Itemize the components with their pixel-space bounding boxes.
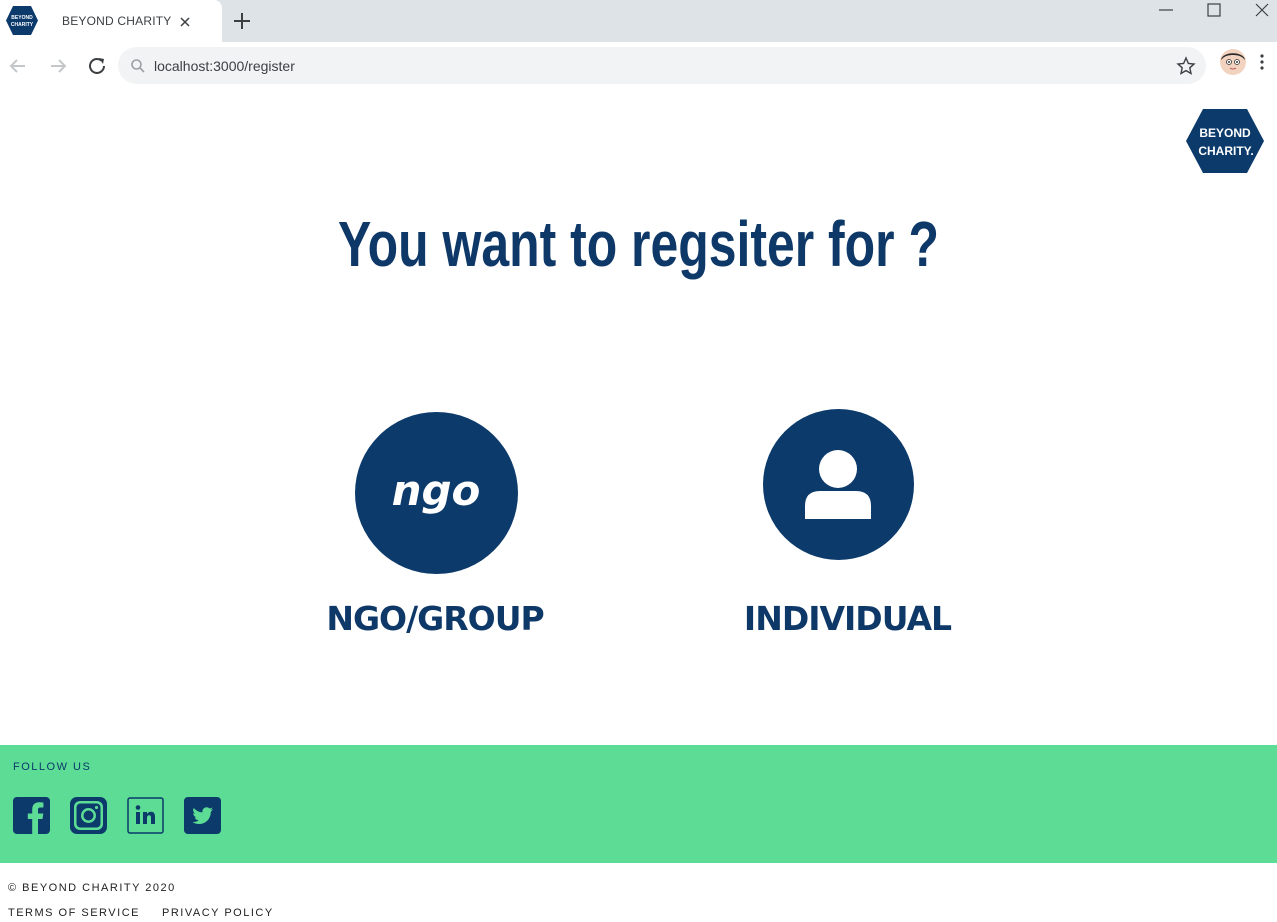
favicon-text-1: BEYOND [11,15,33,21]
ngo-group-option[interactable]: ngo NGO/GROUP [326,411,560,641]
ngo-group-label[interactable]: NGO/GROUP [320,599,550,638]
browser-tabstrip: BEYOND CHARITY BEYOND CHARITY [0,0,1277,42]
ngo-icon-text: ngo [392,466,481,515]
individual-label[interactable]: INDIVIDUAL [735,599,960,638]
follow-us-label: FOLLOW US [13,761,92,773]
forward-arrow-icon[interactable] [46,54,70,78]
browser-tab[interactable]: BEYOND CHARITY BEYOND CHARITY [0,0,222,42]
url-text: localhost:3000/register [154,58,295,74]
facebook-icon[interactable] [13,797,50,834]
page-content: BEYOND CHARITY. You want to regsiter for… [0,89,1277,922]
terms-of-service-link[interactable]: TERMS OF SERVICE [8,907,140,919]
linkedin-icon[interactable] [127,797,164,834]
back-arrow-icon[interactable] [6,54,30,78]
logo-text-1: BEYOND [1199,126,1251,140]
twitter-icon[interactable] [184,797,221,834]
browser-menu-icon[interactable] [1254,52,1270,72]
favicon-logo-icon: BEYOND CHARITY [6,6,38,35]
individual-option[interactable]: INDIVIDUAL [735,409,960,639]
browser-toolbar: localhost:3000/register [0,42,1277,89]
reload-icon[interactable] [85,54,109,78]
profile-avatar-icon[interactable] [1219,48,1247,76]
maximize-icon[interactable] [1202,1,1226,21]
search-icon [131,59,145,73]
logo-text-2: CHARITY. [1198,144,1253,158]
person-icon[interactable] [763,409,914,560]
page-title: You want to regsiter for ? [338,208,939,280]
minimize-icon[interactable] [1154,1,1178,21]
ngo-icon[interactable]: ngo [355,412,518,574]
privacy-policy-link[interactable]: PRIVACY POLICY [162,907,274,919]
favicon-text-2: CHARITY [11,22,34,28]
close-window-icon[interactable] [1250,1,1274,21]
address-bar[interactable]: localhost:3000/register [118,47,1206,84]
bookmark-star-icon[interactable] [1176,56,1196,76]
beyond-charity-logo[interactable]: BEYOND CHARITY. [1185,108,1265,174]
close-tab-icon[interactable] [176,13,194,31]
tab-title: BEYOND CHARITY [62,14,172,28]
instagram-icon[interactable] [70,797,107,834]
footer-social-band: FOLLOW US [0,745,1277,863]
new-tab-icon[interactable] [230,9,254,33]
copyright-text: © BEYOND CHARITY 2020 [8,882,176,894]
